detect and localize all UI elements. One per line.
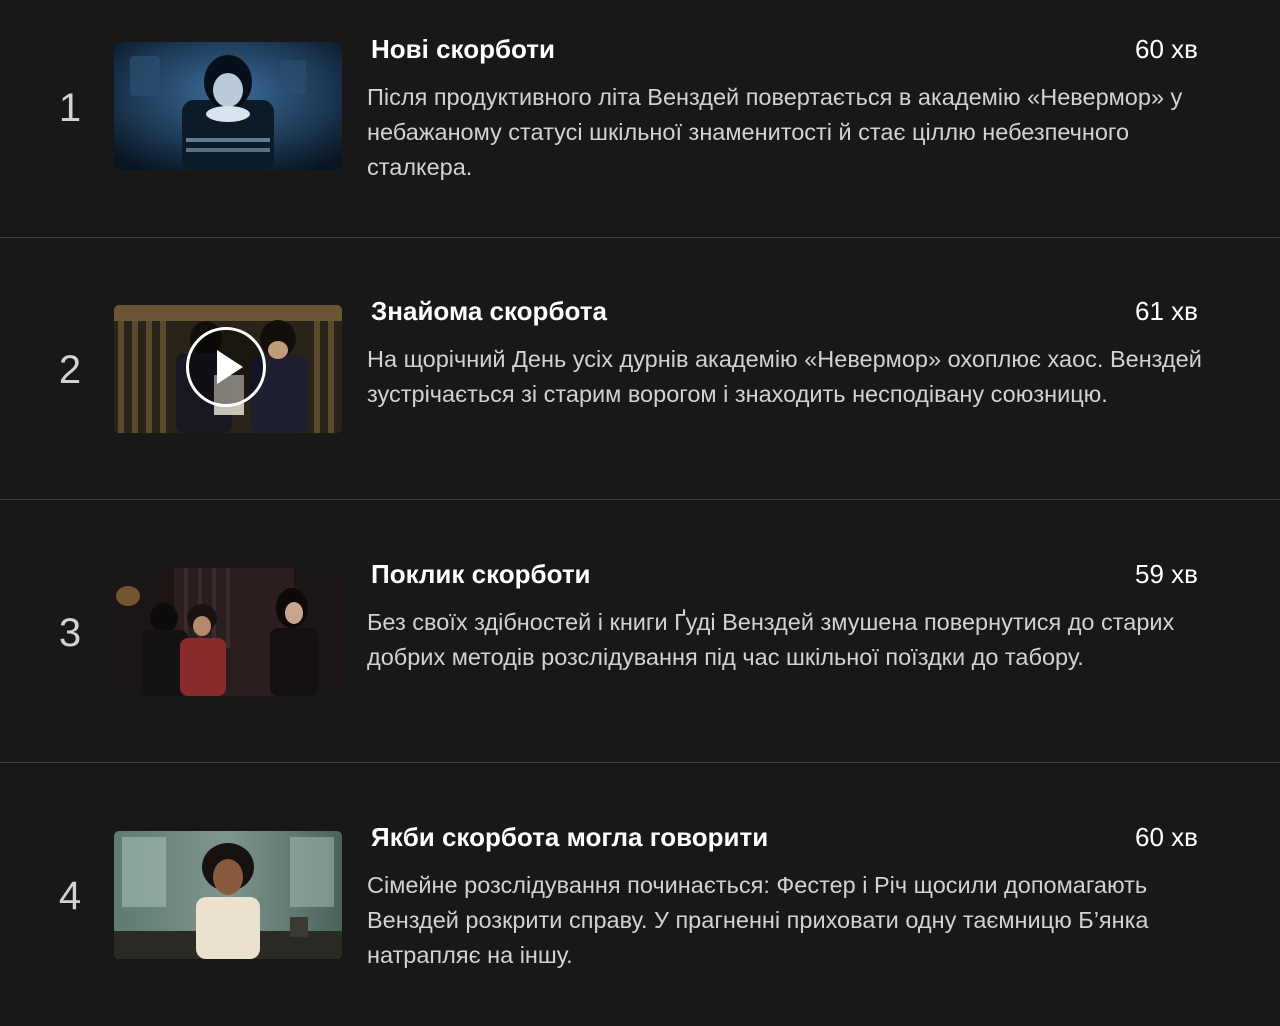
episode-duration: 60 хв <box>1135 822 1198 852</box>
episode-divider <box>0 762 1280 763</box>
episode-description: Сімейне розслідування починається: Фесте… <box>367 872 1149 968</box>
thumbnail-image <box>114 42 342 170</box>
episode-item-1[interactable]: 1 Нові скорботи 60 хв Після продуктивног… <box>0 0 1280 238</box>
episode-list: 1 Нові скорботи 60 хв Після продуктивног… <box>0 0 1280 994</box>
episode-duration: 61 хв <box>1135 296 1198 326</box>
episode-thumbnail[interactable] <box>114 305 342 433</box>
episode-thumbnail[interactable] <box>114 42 342 170</box>
episode-item-3[interactable]: 3 Поклик скорботи 59 хв Без своїх здібно… <box>0 501 1280 763</box>
episode-duration: 59 хв <box>1135 559 1198 589</box>
episode-title: Знайома скорбота <box>371 296 607 326</box>
episode-description: На щорічний День усіх дурнів академію «Н… <box>367 346 1202 407</box>
episode-duration: 60 хв <box>1135 34 1198 64</box>
thumbnail-image <box>114 568 342 696</box>
play-button[interactable] <box>186 327 266 407</box>
episode-item-2[interactable]: 2 Знайома скорбота 61 хв На щорічний Ден… <box>0 238 1280 500</box>
thumbnail-image <box>114 831 342 959</box>
episode-title: Нові скорботи <box>371 34 555 64</box>
episode-thumbnail[interactable] <box>114 568 342 696</box>
episode-description: Після продуктивного літа Венздей поверта… <box>367 84 1183 180</box>
episode-title: Поклик скорботи <box>371 559 591 589</box>
episode-title: Якби скорбота могла говорити <box>371 822 769 852</box>
episode-thumbnail[interactable] <box>114 831 342 959</box>
episode-description: Без своїх здібностей і книги Ґуді Вензде… <box>367 609 1175 670</box>
episode-number: 2 <box>58 348 82 392</box>
episode-item-4[interactable]: 4 Якби скорбота могла говорити 60 хв Сім… <box>0 764 1280 1026</box>
episode-divider <box>0 499 1280 500</box>
episode-number: 4 <box>58 874 82 918</box>
play-icon <box>217 350 243 384</box>
episode-number: 1 <box>58 86 82 130</box>
episode-number: 3 <box>58 611 82 655</box>
